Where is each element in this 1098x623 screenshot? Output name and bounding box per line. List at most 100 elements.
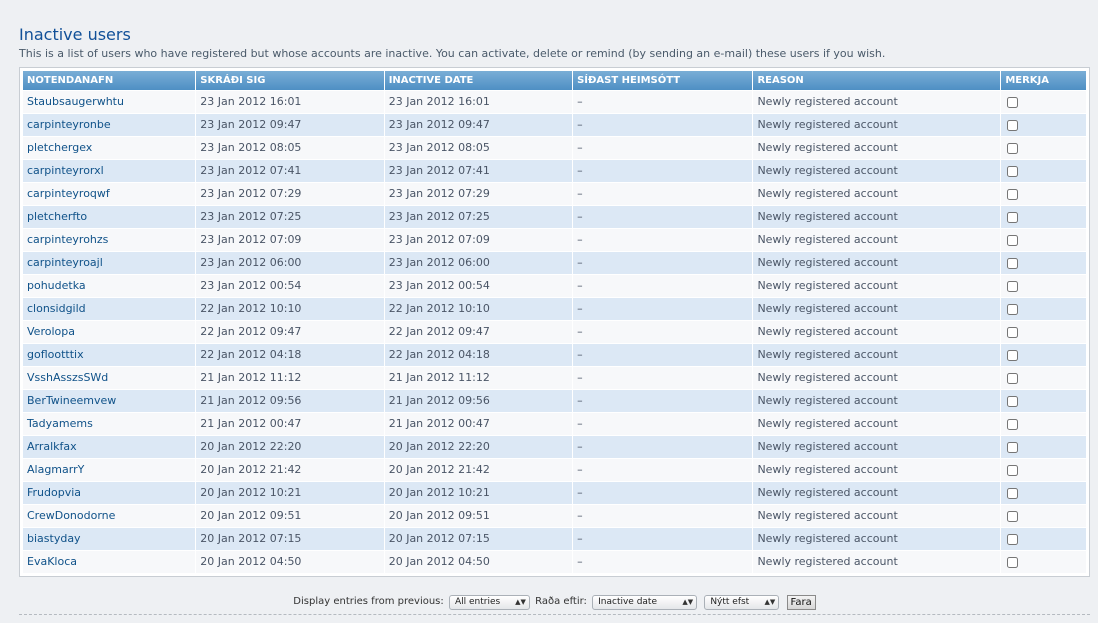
username-link[interactable]: Verolopa	[27, 325, 75, 338]
mark-checkbox[interactable]	[1007, 441, 1019, 453]
username-cell: Arralkfax	[23, 436, 196, 458]
username-link[interactable]: CrewDonodorne	[27, 509, 115, 522]
mark-checkbox[interactable]	[1007, 280, 1019, 292]
mark-cell	[1001, 252, 1086, 274]
mark-checkbox[interactable]	[1007, 257, 1019, 269]
mark-checkbox[interactable]	[1007, 349, 1019, 361]
username-cell: clonsidgild	[23, 298, 196, 320]
username-link[interactable]: carpinteyroajl	[27, 256, 103, 269]
mark-cell	[1001, 91, 1086, 113]
reason-cell: Newly registered account	[753, 275, 1001, 297]
mark-cell	[1001, 298, 1086, 320]
username-link[interactable]: Arralkfax	[27, 440, 77, 453]
username-link[interactable]: VsshAsszsSWd	[27, 371, 108, 384]
table-row: goflootttix 22 Jan 2012 04:18 22 Jan 2012 …	[23, 344, 1086, 366]
mark-checkbox[interactable]	[1007, 142, 1019, 154]
registered-date-cell: 20 Jan 2012 10:21	[196, 482, 384, 504]
registered-date-cell: 20 Jan 2012 04:50	[196, 551, 384, 573]
select-arrows-icon: ▲▼	[764, 597, 776, 606]
registered-date-cell: 22 Jan 2012 10:10	[196, 298, 384, 320]
mark-checkbox[interactable]	[1007, 395, 1019, 407]
username-cell: CrewDonodorne	[23, 505, 196, 527]
username-link[interactable]: carpinteyrorxl	[27, 164, 104, 177]
username-link[interactable]: Tadyamems	[27, 417, 93, 430]
username-link[interactable]: biastyday	[27, 532, 81, 545]
mark-checkbox[interactable]	[1007, 464, 1019, 476]
username-link[interactable]: BerTwineemvew	[27, 394, 116, 407]
inactive-date-cell: 20 Jan 2012 21:42	[384, 459, 573, 481]
username-link[interactable]: EvaKloca	[27, 555, 77, 568]
username-cell: pletcherfto	[23, 206, 196, 228]
mark-cell	[1001, 367, 1086, 389]
mark-checkbox[interactable]	[1007, 372, 1019, 384]
column-header-username[interactable]: NOTENDANAFN	[23, 71, 196, 90]
mark-checkbox[interactable]	[1007, 510, 1019, 522]
username-cell: VsshAsszsSWd	[23, 367, 196, 389]
mark-checkbox[interactable]	[1007, 533, 1019, 545]
last-visit-cell: –	[573, 183, 753, 205]
mark-cell	[1001, 390, 1086, 412]
table-row: AlagmarrY 20 Jan 2012 21:42 20 Jan 2012 21…	[23, 459, 1086, 481]
mark-checkbox[interactable]	[1007, 119, 1019, 131]
username-cell: carpinteyronbe	[23, 114, 196, 136]
mark-checkbox[interactable]	[1007, 188, 1019, 200]
column-header-registered[interactable]: SKRÁÐI SIG	[196, 71, 384, 90]
last-visit-cell: –	[573, 252, 753, 274]
mark-checkbox[interactable]	[1007, 303, 1019, 315]
username-link[interactable]: clonsidgild	[27, 302, 86, 315]
go-button[interactable]: Fara	[786, 594, 816, 610]
username-link[interactable]: pletcherfto	[27, 210, 87, 223]
username-link[interactable]: pohudetka	[27, 279, 86, 292]
mark-checkbox[interactable]	[1007, 96, 1019, 108]
mark-checkbox[interactable]	[1007, 326, 1019, 338]
username-cell: BerTwineemvew	[23, 390, 196, 412]
registered-date-cell: 20 Jan 2012 09:51	[196, 505, 384, 527]
table-row: biastyday 20 Jan 2012 07:15 20 Jan 2012 07…	[23, 528, 1086, 550]
username-link[interactable]: pletchergex	[27, 141, 92, 154]
mark-checkbox[interactable]	[1007, 165, 1019, 177]
mark-checkbox[interactable]	[1007, 211, 1019, 223]
username-link[interactable]: Frudopvia	[27, 486, 81, 499]
inactive-users-table-container: NOTENDANAFN SKRÁÐI SIG INACTIVE DATE SÍÐ…	[19, 67, 1090, 577]
mark-checkbox[interactable]	[1007, 418, 1019, 430]
registered-date-cell: 22 Jan 2012 09:47	[196, 321, 384, 343]
registered-date-cell: 20 Jan 2012 21:42	[196, 459, 384, 481]
mark-cell	[1001, 482, 1086, 504]
username-link[interactable]: goflootttix	[27, 348, 84, 361]
reason-cell: Newly registered account	[753, 114, 1001, 136]
username-link[interactable]: carpinteyronbe	[27, 118, 111, 131]
username-link[interactable]: Staubsaugerwhtu	[27, 95, 124, 108]
table-row: VsshAsszsSWd 21 Jan 2012 11:12 21 Jan 2012…	[23, 367, 1086, 389]
mark-checkbox[interactable]	[1007, 234, 1019, 246]
reason-cell: Newly registered account	[753, 367, 1001, 389]
column-header-last-visit[interactable]: SÍÐAST HEIMSÓTT	[573, 71, 753, 90]
inactive-users-page: Inactive users This is a list of users w…	[0, 0, 1098, 623]
mark-cell	[1001, 528, 1086, 550]
reason-cell: Newly registered account	[753, 229, 1001, 251]
mark-checkbox[interactable]	[1007, 556, 1019, 568]
mark-cell	[1001, 551, 1086, 573]
reason-cell: Newly registered account	[753, 206, 1001, 228]
last-visit-cell: –	[573, 505, 753, 527]
last-visit-cell: –	[573, 482, 753, 504]
table-row: EvaKloca 20 Jan 2012 04:50 20 Jan 2012 04:…	[23, 551, 1086, 573]
reason-cell: Newly registered account	[753, 91, 1001, 113]
username-link[interactable]: carpinteyrohzs	[27, 233, 108, 246]
username-cell: carpinteyroqwf	[23, 183, 196, 205]
column-header-inactive-date[interactable]: INACTIVE DATE	[384, 71, 573, 90]
display-entries-select[interactable]: All entries ▲▼	[448, 594, 530, 610]
mark-cell	[1001, 183, 1086, 205]
reason-cell: Newly registered account	[753, 551, 1001, 573]
reason-cell: Newly registered account	[753, 137, 1001, 159]
sort-key-select[interactable]: Inactive date ▲▼	[592, 594, 698, 610]
inactive-date-cell: 23 Jan 2012 16:01	[384, 91, 573, 113]
column-header-reason[interactable]: REASON	[753, 71, 1001, 90]
last-visit-cell: –	[573, 206, 753, 228]
page-title: Inactive users	[19, 25, 131, 44]
select-arrows-icon: ▲▼	[682, 597, 694, 606]
sort-order-select[interactable]: Nýtt efst ▲▼	[704, 594, 780, 610]
mark-checkbox[interactable]	[1007, 487, 1019, 499]
last-visit-cell: –	[573, 551, 753, 573]
username-link[interactable]: AlagmarrY	[27, 463, 84, 476]
username-link[interactable]: carpinteyroqwf	[27, 187, 110, 200]
